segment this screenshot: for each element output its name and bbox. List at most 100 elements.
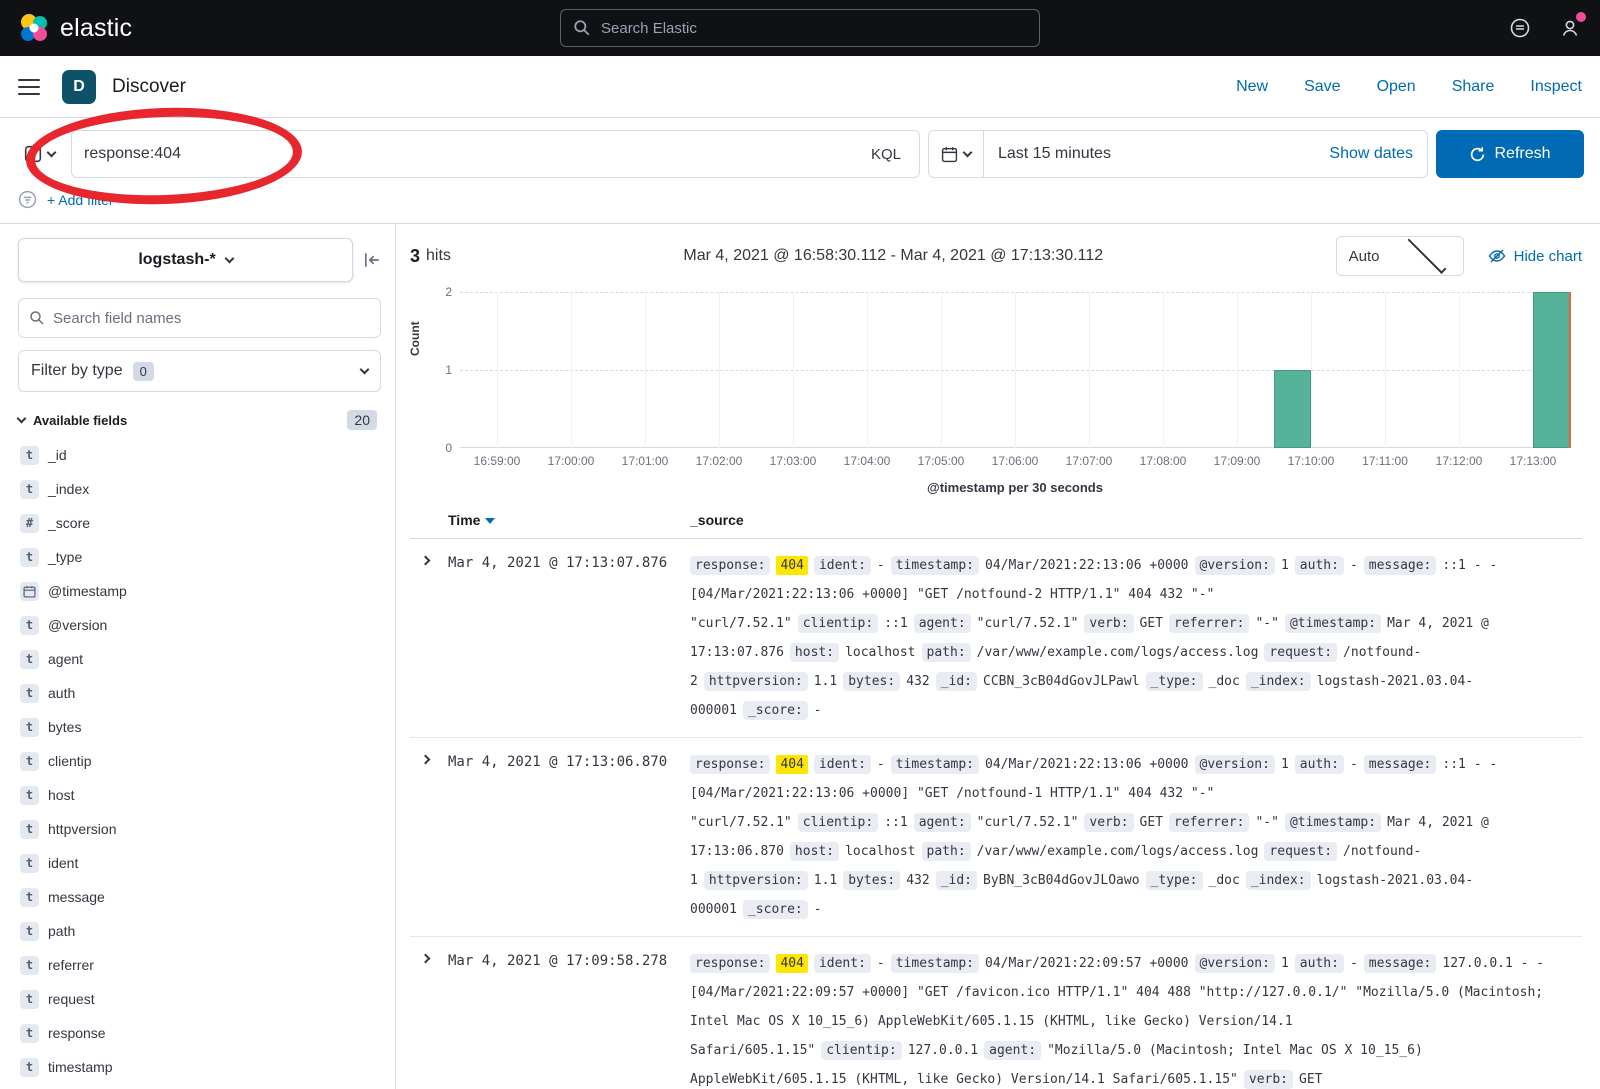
field-badge: message: <box>1364 755 1437 774</box>
field-value: 1 <box>1281 757 1289 772</box>
field-name: @timestamp <box>48 583 127 599</box>
field-item-id[interactable]: t_id <box>18 438 381 472</box>
field-item-ident[interactable]: tident <box>18 846 381 880</box>
histogram-chart[interactable]: Count 012 16:59:0017:00:0017:01:0017:02:… <box>410 284 1582 496</box>
fields-sidebar: logstash-* Filter by type <box>0 224 396 1089</box>
query-input[interactable]: response:404 KQL <box>71 130 920 178</box>
header-action-inspect[interactable]: Inspect <box>1530 78 1582 96</box>
field-item-path[interactable]: tpath <box>18 914 381 948</box>
header-action-share[interactable]: Share <box>1452 78 1495 96</box>
field-item-bytes[interactable]: tbytes <box>18 710 381 744</box>
field-badge: _index: <box>1246 672 1311 691</box>
field-value: GET <box>1140 616 1163 631</box>
field-badge: response: <box>690 954 770 973</box>
field-badge: _score: <box>743 900 808 919</box>
row-source: response:404ident:-timestamp:04/Mar/2021… <box>690 750 1582 924</box>
field-value: "curl/7.52.1" <box>977 815 1079 830</box>
calendar-dropdown-button[interactable] <box>929 131 984 177</box>
calendar-icon <box>941 146 958 163</box>
field-item-clientip[interactable]: tclientip <box>18 744 381 778</box>
app-header: D Discover NewSaveOpenShareInspect <box>0 56 1600 118</box>
available-fields-header[interactable]: Available fields 20 <box>18 410 381 430</box>
elastic-logo-icon <box>18 12 50 44</box>
field-value: - <box>814 902 822 917</box>
field-badge: verb: <box>1244 1070 1293 1089</box>
collapse-sidebar-icon[interactable] <box>363 251 381 269</box>
eye-slash-icon <box>1488 247 1506 265</box>
field-item-version[interactable]: t@version <box>18 608 381 642</box>
interval-select[interactable]: Auto <box>1336 236 1464 276</box>
field-item-response[interactable]: tresponse <box>18 1016 381 1050</box>
field-item-timestamp[interactable]: @timestamp <box>18 574 381 608</box>
field-name: message <box>48 889 105 905</box>
saved-query-menu-button[interactable] <box>16 130 63 178</box>
x-tick-label: 17:01:00 <box>622 454 669 468</box>
header-action-open[interactable]: Open <box>1377 78 1416 96</box>
field-badge: _score: <box>743 701 808 720</box>
field-item-agent[interactable]: tagent <box>18 642 381 676</box>
field-item-request[interactable]: trequest <box>18 982 381 1016</box>
field-badge: bytes: <box>843 871 900 890</box>
expand-row-icon[interactable] <box>410 949 448 1089</box>
add-filter-link[interactable]: + Add filter <box>47 192 114 208</box>
field-search-box[interactable] <box>18 298 381 338</box>
user-avatar-icon[interactable] <box>1558 16 1582 40</box>
chart-date-range: Mar 4, 2021 @ 16:58:30.112 - Mar 4, 2021… <box>465 247 1322 265</box>
field-badge: request: <box>1264 842 1337 861</box>
index-pattern-select[interactable]: logstash-* <box>18 238 353 282</box>
field-item-timestamp[interactable]: ttimestamp <box>18 1050 381 1084</box>
kql-button[interactable]: KQL <box>865 142 907 167</box>
header-action-save[interactable]: Save <box>1304 78 1340 96</box>
field-item-index[interactable]: t_index <box>18 472 381 506</box>
field-item-referrer[interactable]: treferrer <box>18 948 381 982</box>
field-name: agent <box>48 651 83 667</box>
time-range-value[interactable]: Last 15 minutes <box>984 145 1329 163</box>
field-name: httpversion <box>48 821 116 837</box>
field-badge: timestamp: <box>891 954 979 973</box>
field-badge: _index: <box>1246 871 1311 890</box>
header-action-new[interactable]: New <box>1236 78 1268 96</box>
field-value: _doc <box>1209 674 1240 689</box>
x-tick-label: 17:09:00 <box>1214 454 1261 468</box>
expand-row-icon[interactable] <box>410 750 448 924</box>
field-item-message[interactable]: tmessage <box>18 880 381 914</box>
field-item-host[interactable]: thost <box>18 778 381 812</box>
show-dates-link[interactable]: Show dates <box>1329 145 1427 163</box>
time-column-header[interactable]: Time <box>448 512 480 528</box>
text-field-icon: t <box>20 752 39 771</box>
field-item-score[interactable]: #_score <box>18 506 381 540</box>
type-filter-count-badge: 0 <box>133 362 154 381</box>
elastic-brand[interactable]: elastic <box>18 12 132 44</box>
histogram-bar[interactable] <box>1274 370 1311 448</box>
hide-chart-link[interactable]: Hide chart <box>1488 247 1582 265</box>
global-search-input[interactable] <box>601 20 1027 37</box>
field-badge: response: <box>690 755 770 774</box>
field-badge: timestamp: <box>891 755 979 774</box>
field-item-type[interactable]: t_type <box>18 540 381 574</box>
highlighted-value: 404 <box>776 755 807 774</box>
filter-icon[interactable] <box>18 190 37 209</box>
global-search-box[interactable] <box>560 9 1040 47</box>
field-search-input[interactable] <box>53 310 370 327</box>
help-icon[interactable] <box>1508 16 1532 40</box>
field-badge: auth: <box>1295 954 1344 973</box>
row-time: Mar 4, 2021 @ 17:13:06.870 <box>448 750 690 924</box>
expand-row-icon[interactable] <box>410 551 448 725</box>
header-actions: New Save Open Share Inspect <box>1236 78 1582 96</box>
text-field-icon: t <box>20 922 39 941</box>
filter-by-type-dropdown[interactable]: Filter by type 0 <box>18 350 381 392</box>
histogram-bar[interactable] <box>1533 292 1570 448</box>
field-badge: ident: <box>814 954 871 973</box>
field-badge: agent: <box>914 813 971 832</box>
field-item-httpversion[interactable]: thttpversion <box>18 812 381 846</box>
field-badge: @version: <box>1195 755 1275 774</box>
sort-desc-icon[interactable] <box>485 518 495 524</box>
field-name: referrer <box>48 957 94 973</box>
field-name: ident <box>48 855 78 871</box>
field-badge: bytes: <box>843 672 900 691</box>
field-badge: httpversion: <box>704 871 808 890</box>
refresh-button[interactable]: Refresh <box>1436 130 1584 178</box>
menu-icon[interactable] <box>18 79 40 95</box>
field-name: response <box>48 1025 106 1041</box>
field-item-auth[interactable]: tauth <box>18 676 381 710</box>
